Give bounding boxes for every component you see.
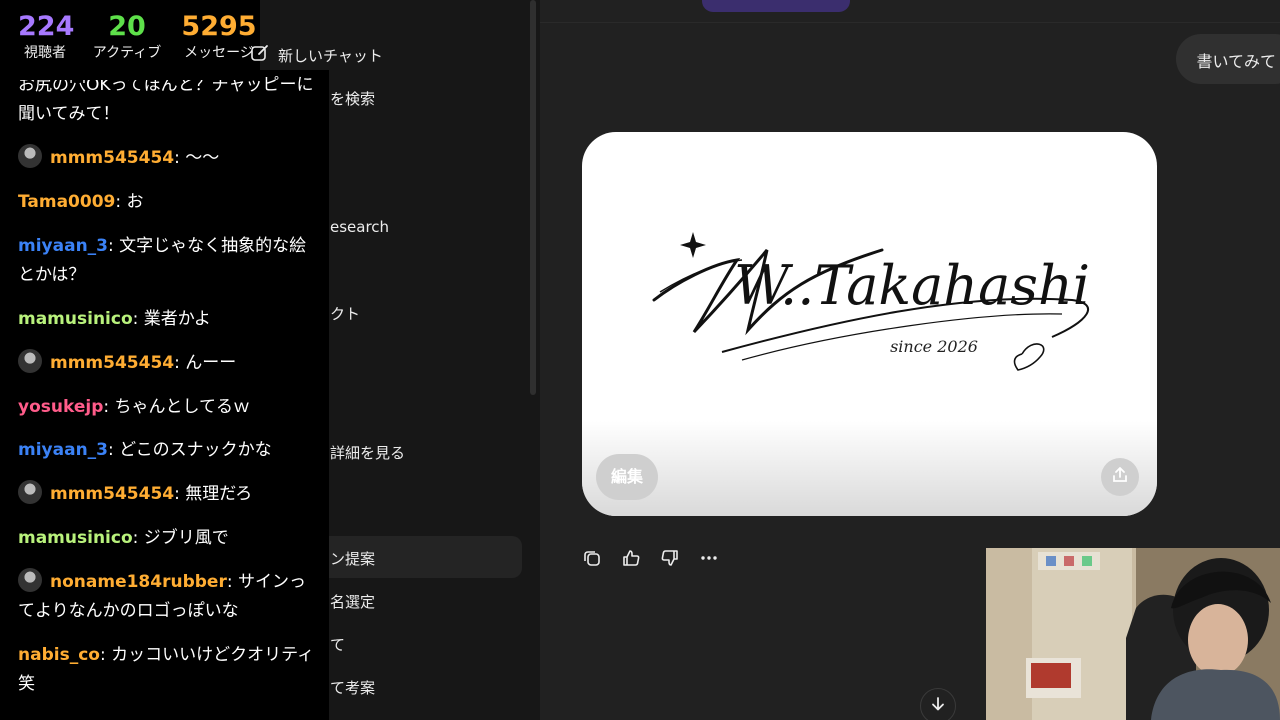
avatar <box>18 349 42 373</box>
webcam-feed <box>986 548 1280 720</box>
avatar <box>18 144 42 168</box>
sidebar-item-research[interactable]: esearch <box>330 218 389 236</box>
avatar <box>18 480 42 504</box>
chat-message: nabis_co: カッコいいけどクオリティ笑 <box>18 645 315 694</box>
copy-icon <box>582 548 602 572</box>
edit-square-icon <box>250 43 270 67</box>
new-chat-label: 新しいチャット <box>278 46 383 65</box>
top-button[interactable] <box>702 0 850 12</box>
thumbs-down-icon <box>660 548 680 572</box>
thumbs-up-icon <box>621 548 641 572</box>
thumbs-up-button[interactable] <box>619 547 642 573</box>
image-fade <box>582 421 1157 516</box>
share-icon <box>1110 465 1130 489</box>
chat-message: noname184rubber: サインってよりなんかのロゴっぽいな <box>18 568 318 626</box>
chat-message: miyaan_3: 文字じゃなく抽象的な絵とかは？ <box>18 236 307 285</box>
stream-chat: お尻の穴OKってほんと？チャッピーに聞いてみて！ mmm545454: 〜〜 T… <box>0 70 329 720</box>
thumbs-down-button[interactable] <box>658 547 681 573</box>
chat-message: Tama0009: お <box>18 192 144 212</box>
chat-message: mmm545454: 〜〜 <box>18 144 318 173</box>
avatar <box>18 568 42 592</box>
sidebar-item-project[interactable]: クト <box>330 303 360 324</box>
new-chat-button[interactable]: 新しいチャット <box>250 43 383 67</box>
sidebar-scrollbar[interactable] <box>530 0 536 395</box>
chat-message: yosukejp: ちゃんとしてるｗ <box>18 397 250 417</box>
svg-text:since 2026: since 2026 <box>890 337 978 356</box>
scroll-down-button[interactable] <box>920 688 956 720</box>
viewer-count: 224 視聴者 <box>18 11 75 61</box>
header-divider <box>540 22 1280 23</box>
stream-stats: 224 視聴者 20 アクティブ 5295 メッセージ <box>0 0 260 80</box>
more-icon <box>699 548 719 572</box>
screen: を検索 esearch クト 詳細を見る ン提案 名選定 て て考案 新しいチャ… <box>0 0 1280 720</box>
sidebar-item-chat[interactable]: て考案 <box>330 677 375 698</box>
sidebar-item-details[interactable]: 詳細を見る <box>330 442 405 463</box>
chat-message: mmm545454: 無理だろ <box>18 480 318 509</box>
chat-message: mmm545454: んーー <box>18 349 318 378</box>
message-actions <box>580 547 720 573</box>
message-count: 5295 メッセージ <box>181 11 257 61</box>
chat-message: mamusinico: ジブリ風で <box>18 528 229 548</box>
sidebar-item-chat[interactable]: 名選定 <box>330 591 375 612</box>
edit-image-button[interactable]: 編集 <box>596 454 658 500</box>
sidebar-item-search[interactable]: を検索 <box>330 88 375 109</box>
share-button[interactable] <box>1101 458 1139 496</box>
user-message: 書いてみて <box>1176 34 1280 84</box>
active-count: 20 アクティブ <box>92 11 162 61</box>
svg-text:W..Takahashi: W..Takahashi <box>734 254 1090 317</box>
chat-message: mamusinico: 業者かよ <box>18 309 211 329</box>
arrow-down-icon <box>929 695 947 717</box>
sidebar-item-chat[interactable]: て <box>330 634 345 655</box>
copy-button[interactable] <box>580 547 603 573</box>
chat-message: miyaan_3: どこのスナックかな <box>18 440 272 460</box>
sidebar-item-active-chat[interactable]: ン提案 <box>318 536 522 578</box>
generated-image[interactable]: W..Takahashi since 2026 編集 <box>582 132 1157 516</box>
more-button[interactable] <box>697 547 720 573</box>
webcam-image <box>986 548 1280 720</box>
